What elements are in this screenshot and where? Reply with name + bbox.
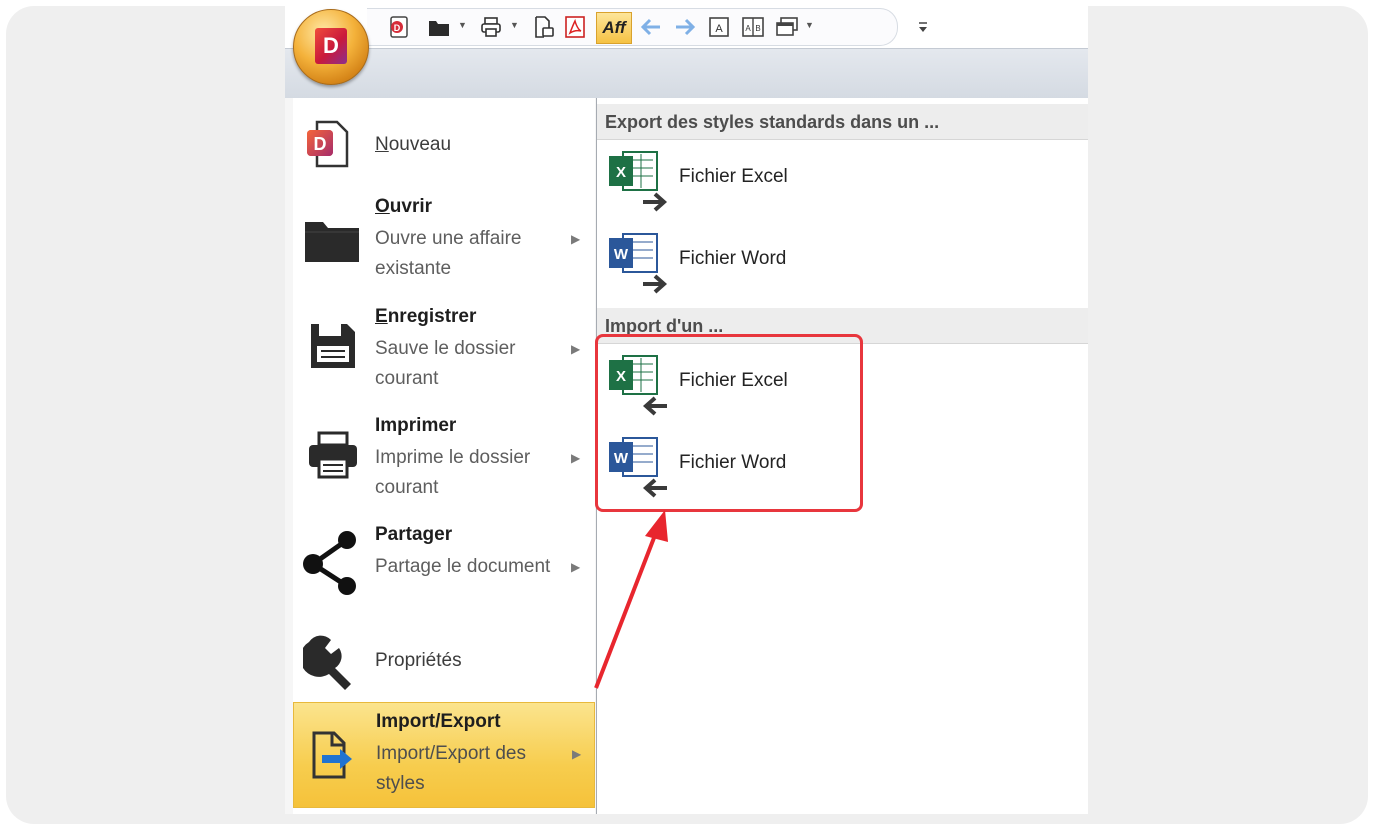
annotation-arrow (594, 510, 668, 689)
